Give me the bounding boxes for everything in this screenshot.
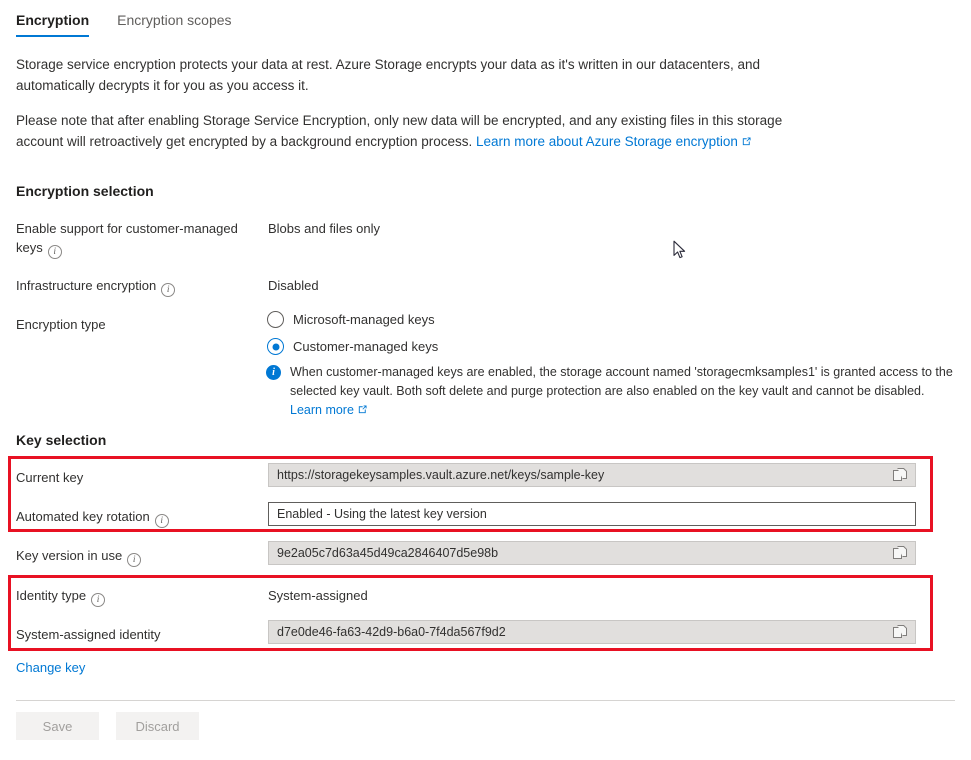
automated-key-rotation-dropdown[interactable]: Enabled - Using the latest key version [268,502,916,526]
footer-divider [16,700,955,701]
external-link-icon [741,136,752,147]
copy-icon[interactable] [893,625,907,639]
current-key-field[interactable]: https://storagekeysamples.vault.azure.ne… [268,463,916,487]
radio-microsoft-managed-keys-label: Microsoft-managed keys [293,312,435,327]
info-icon[interactable]: i [127,553,141,567]
intro-paragraph-1: Storage service encryption protects your… [16,54,826,96]
cmk-support-value: Blobs and files only [268,219,380,238]
discard-button[interactable]: Discard [116,712,199,740]
infrastructure-encryption-label: Infrastructure encryption i [16,276,264,297]
identity-type-label: Identity type i [16,586,264,607]
system-assigned-identity-label: System-assigned identity [16,625,264,644]
intro-paragraph-2: Please note that after enabling Storage … [16,110,826,152]
key-version-in-use-label: Key version in use i [16,546,264,567]
system-assigned-identity-field[interactable]: d7e0de46-fa63-42d9-b6a0-7f4da567f9d2 [268,620,916,644]
identity-type-label-text: Identity type [16,588,86,603]
external-link-icon [357,404,368,415]
automated-key-rotation-label: Automated key rotation i [16,507,264,528]
change-key-link-label: Change key [16,660,85,675]
info-badge-icon: i [266,365,281,380]
cmk-info-message: i When customer-managed keys are enabled… [266,363,956,420]
save-button-label: Save [43,719,73,734]
tab-encryption-scopes[interactable]: Encryption scopes [117,12,231,37]
copy-icon[interactable] [893,468,907,482]
key-version-in-use-value: 9e2a05c7d63a45d49ca2846407d5e98b [277,546,887,560]
automated-key-rotation-label-text: Automated key rotation [16,509,150,524]
change-key-link[interactable]: Change key [16,660,85,675]
infrastructure-encryption-label-text: Infrastructure encryption [16,278,156,293]
info-icon[interactable]: i [155,514,169,528]
encryption-type-label: Encryption type [16,315,264,334]
encryption-selection-heading: Encryption selection [16,183,154,199]
radio-customer-managed-keys-label: Customer-managed keys [293,339,438,354]
radio-customer-managed-keys[interactable]: Customer-managed keys [267,338,438,355]
radio-button-selected-icon [267,338,284,355]
current-key-value: https://storagekeysamples.vault.azure.ne… [277,468,887,482]
copy-icon[interactable] [893,546,907,560]
cmk-info-message-body: When customer-managed keys are enabled, … [290,365,953,398]
learn-more-azure-storage-encryption-label: Learn more about Azure Storage encryptio… [476,134,738,149]
radio-button-unselected-icon [267,311,284,328]
learn-more-azure-storage-encryption-link[interactable]: Learn more about Azure Storage encryptio… [476,134,752,149]
infrastructure-encryption-value: Disabled [268,276,319,295]
tab-encryption[interactable]: Encryption [16,12,89,37]
save-button[interactable]: Save [16,712,99,740]
learn-more-link[interactable]: Learn more [290,403,368,417]
tab-encryption-label: Encryption [16,12,89,28]
key-version-in-use-label-text: Key version in use [16,548,122,563]
info-icon[interactable]: i [91,593,105,607]
system-assigned-identity-value: d7e0de46-fa63-42d9-b6a0-7f4da567f9d2 [277,625,887,639]
cmk-support-label: Enable support for customer-managed keys… [16,219,264,259]
key-version-in-use-field[interactable]: 9e2a05c7d63a45d49ca2846407d5e98b [268,541,916,565]
current-key-label: Current key [16,468,264,487]
key-selection-heading: Key selection [16,432,106,448]
automated-key-rotation-value: Enabled - Using the latest key version [277,507,907,521]
identity-type-value: System-assigned [268,586,368,605]
tab-encryption-scopes-label: Encryption scopes [117,12,231,28]
learn-more-label: Learn more [290,403,354,417]
mouse-cursor [673,240,687,260]
discard-button-label: Discard [135,719,179,734]
info-icon[interactable]: i [161,283,175,297]
encryption-blade: Encryption Encryption scopes Storage ser… [0,0,971,760]
tab-bar: Encryption Encryption scopes [16,12,260,37]
cmk-info-message-text: When customer-managed keys are enabled, … [290,363,956,420]
radio-microsoft-managed-keys[interactable]: Microsoft-managed keys [267,311,435,328]
info-icon[interactable]: i [48,245,62,259]
